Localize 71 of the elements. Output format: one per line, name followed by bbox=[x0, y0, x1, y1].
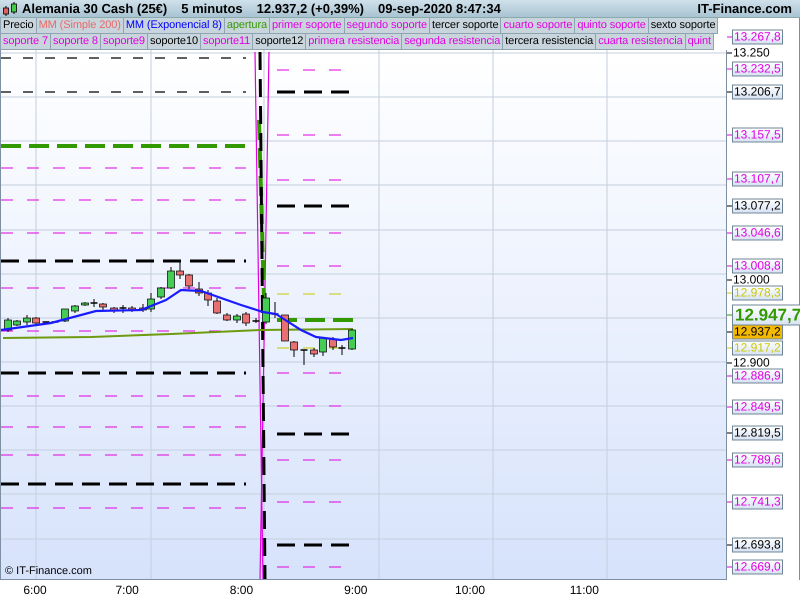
price-tick-label: 13.250 bbox=[732, 46, 771, 60]
legend-item[interactable]: primera resistencia bbox=[306, 34, 402, 50]
price-quote: 12.937,2 (+0,39%) bbox=[256, 1, 364, 16]
time-axis-label: 8:00 bbox=[228, 583, 254, 597]
level-price-label: 13.077,2 bbox=[732, 198, 783, 214]
candlestick bbox=[338, 344, 346, 356]
time-axis-label: 10:00 bbox=[454, 583, 486, 597]
legend-item[interactable]: sexto soporte bbox=[648, 18, 718, 34]
current-price-label: 12.937,2 bbox=[732, 324, 783, 340]
candlestick bbox=[223, 312, 231, 322]
legend-item[interactable]: cuarta resistencia bbox=[596, 34, 686, 50]
level-price-label: 12.669,0 bbox=[732, 560, 783, 574]
candlestick bbox=[71, 304, 79, 314]
candlestick bbox=[99, 302, 107, 310]
legend-item[interactable]: soporte11 bbox=[200, 34, 254, 50]
brand-label: IT-Finance.com bbox=[697, 1, 792, 16]
legend-item[interactable]: cuarto soporte bbox=[501, 18, 576, 34]
legend-item[interactable]: soporte12 bbox=[253, 34, 306, 50]
candlestick bbox=[262, 292, 270, 324]
level-price-label: 12.917,2 bbox=[732, 340, 783, 356]
chart-title: Alemania 30 Cash (25€) bbox=[22, 1, 168, 16]
legend-item[interactable]: soporte 7 bbox=[0, 34, 51, 50]
candlestick bbox=[90, 298, 98, 308]
legend-item[interactable]: quint bbox=[686, 34, 714, 50]
copyright-credit: © IT-Finance.com bbox=[5, 565, 92, 577]
candlestick bbox=[348, 328, 356, 350]
level-price-label: 13.157,5 bbox=[732, 128, 783, 142]
level-price-label: 12.741,3 bbox=[732, 494, 783, 510]
legend-item[interactable]: tercera resistencia bbox=[503, 34, 596, 50]
price-tick-label: 13.000 bbox=[732, 274, 771, 286]
legend-item[interactable]: apertura bbox=[224, 18, 270, 34]
legend-item[interactable]: primer soporte bbox=[270, 18, 345, 34]
date-time: 09-sep-2020 8:47:34 bbox=[378, 1, 501, 16]
time-axis-label: 7:00 bbox=[114, 583, 140, 597]
level-price-label: 12.693,8 bbox=[732, 538, 783, 552]
level-price-label: 13.107,7 bbox=[732, 172, 783, 186]
candlestick bbox=[110, 306, 118, 314]
price-tick-label: 12.900 bbox=[732, 356, 771, 370]
interval-label: 5 minutos bbox=[181, 1, 243, 16]
candlestick-icon bbox=[2, 0, 18, 16]
legend-item[interactable]: tercer soporte bbox=[430, 18, 502, 34]
level-price-label: 12.849,5 bbox=[732, 400, 783, 414]
legend-item[interactable]: soporte9 bbox=[100, 34, 148, 50]
time-axis-label: 9:00 bbox=[343, 583, 368, 597]
legend-item[interactable]: quinto soporte bbox=[575, 18, 649, 34]
legend-item[interactable]: segunda resistencia bbox=[402, 34, 504, 50]
level-price-label: 12.886,9 bbox=[732, 368, 783, 384]
legend-item[interactable]: Precio bbox=[0, 18, 37, 34]
level-price-label: 13.046,6 bbox=[732, 226, 783, 240]
level-price-label: 13.008,8 bbox=[732, 258, 783, 274]
level-price-label: 12.978,3 bbox=[732, 286, 783, 300]
legend-item[interactable]: MM (Simple 200) bbox=[36, 18, 124, 34]
legend-item[interactable]: segundo soporte bbox=[344, 18, 430, 34]
level-price-label: 12.819,5 bbox=[732, 426, 783, 440]
legend-item[interactable]: soporte10 bbox=[148, 34, 201, 50]
candlestick bbox=[120, 304, 126, 314]
last-price-label: 12.947,7 bbox=[732, 304, 800, 326]
candlestick bbox=[252, 318, 260, 324]
candlestick bbox=[300, 349, 308, 366]
level-price-label: 13.267,8 bbox=[732, 30, 783, 44]
level-price-label: 13.232,5 bbox=[732, 62, 783, 76]
candlestick bbox=[329, 336, 337, 350]
legend-item[interactable]: MM (Exponencial 8) bbox=[124, 18, 225, 34]
candlestick bbox=[272, 302, 278, 318]
level-price-label: 12.789,6 bbox=[732, 452, 783, 468]
candlestick bbox=[81, 302, 89, 306]
time-axis-label: 6:00 bbox=[22, 583, 48, 597]
candlestick bbox=[157, 286, 165, 300]
time-axis-label: 11:00 bbox=[568, 583, 600, 597]
legend-item[interactable]: soporte 8 bbox=[50, 34, 101, 50]
level-price-label: 13.206,7 bbox=[732, 84, 783, 100]
